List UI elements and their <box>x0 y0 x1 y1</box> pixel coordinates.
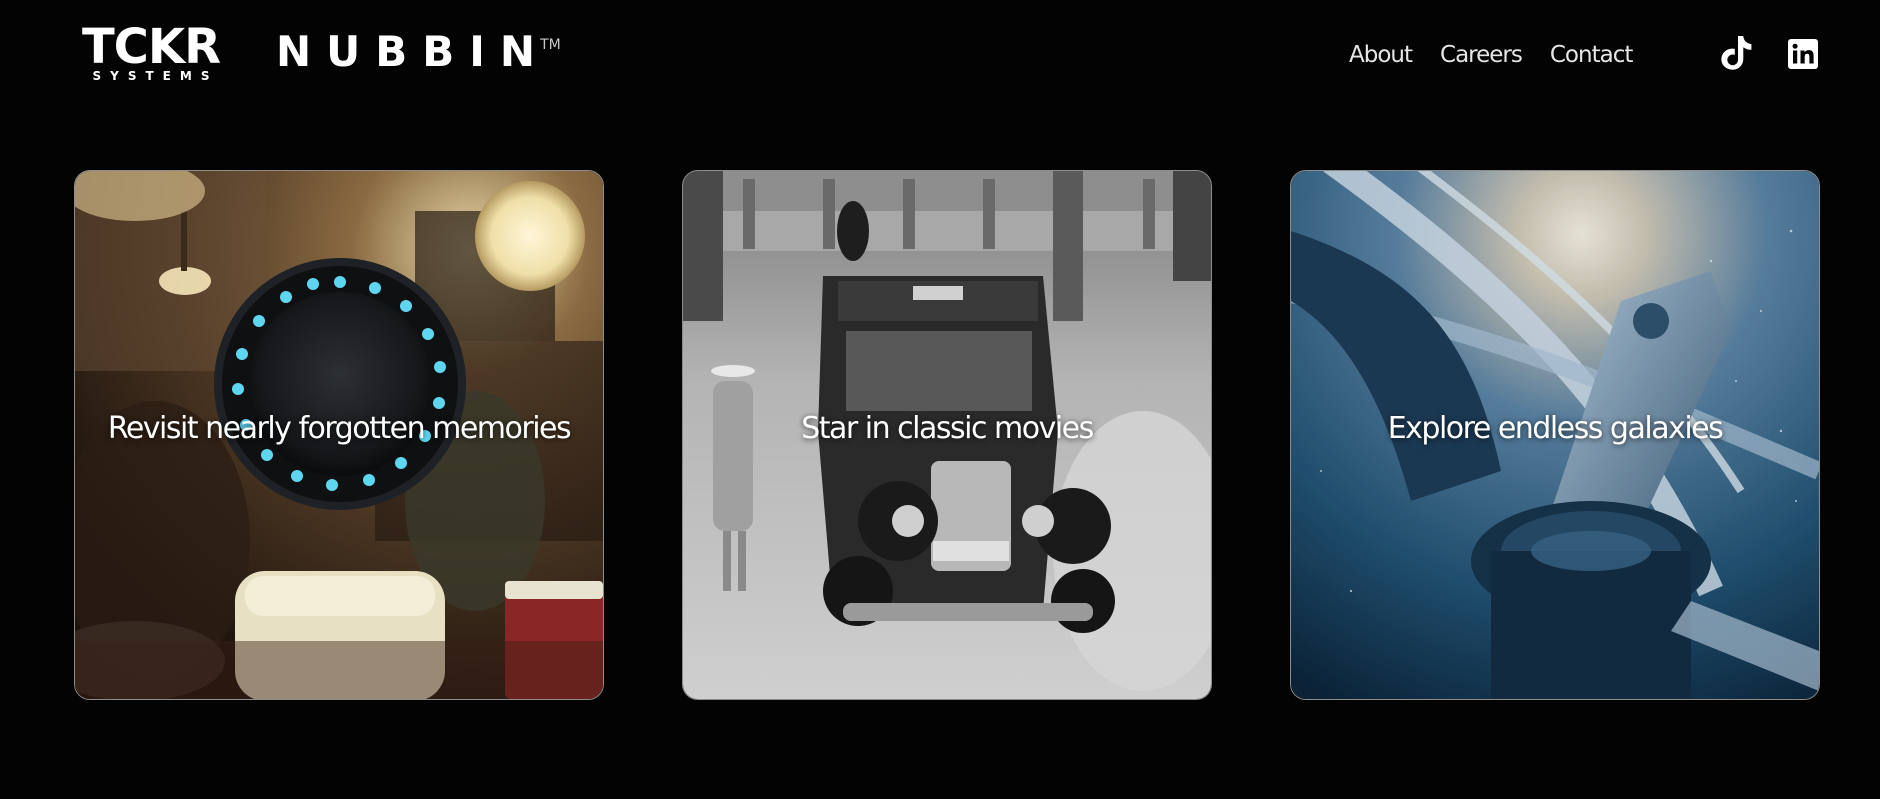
page: TCKR SYSTEMS NUBBIN TM About Careers Con… <box>0 0 1880 799</box>
tckr-logo-mark: TCKR <box>81 19 221 75</box>
tckr-systems-logo[interactable]: TCKR SYSTEMS <box>74 19 228 84</box>
trademark-symbol: TM <box>540 37 561 53</box>
card-classic-movies[interactable]: Star in classic movies <box>682 170 1212 700</box>
tckr-logo-subtitle: SYSTEMS <box>92 69 219 83</box>
card-memories-caption: Revisit nearly forgotten memories <box>107 411 572 446</box>
tiktok-link[interactable] <box>1720 36 1754 72</box>
card-galaxies[interactable]: Explore endless galaxies <box>1290 170 1820 700</box>
nubbin-logo[interactable]: NUBBIN TM <box>276 30 561 74</box>
card-classic-movies-caption: Star in classic movies <box>801 411 1094 446</box>
nav-link-about[interactable]: About <box>1349 42 1413 68</box>
feature-cards: Revisit nearly forgotten memories Star i… <box>74 170 1820 701</box>
main-nav: About Careers Contact <box>1349 38 1633 72</box>
nav-link-contact[interactable]: Contact <box>1550 42 1633 68</box>
card-memories[interactable]: Revisit nearly forgotten memories <box>74 170 604 700</box>
nubbin-wordmark: NUBBIN <box>276 27 551 76</box>
linkedin-link[interactable] <box>1786 36 1820 72</box>
linkedin-icon <box>1788 39 1818 69</box>
nav-link-careers[interactable]: Careers <box>1440 42 1523 68</box>
card-galaxies-caption: Explore endless galaxies <box>1387 411 1724 446</box>
tiktok-icon <box>1721 36 1752 70</box>
